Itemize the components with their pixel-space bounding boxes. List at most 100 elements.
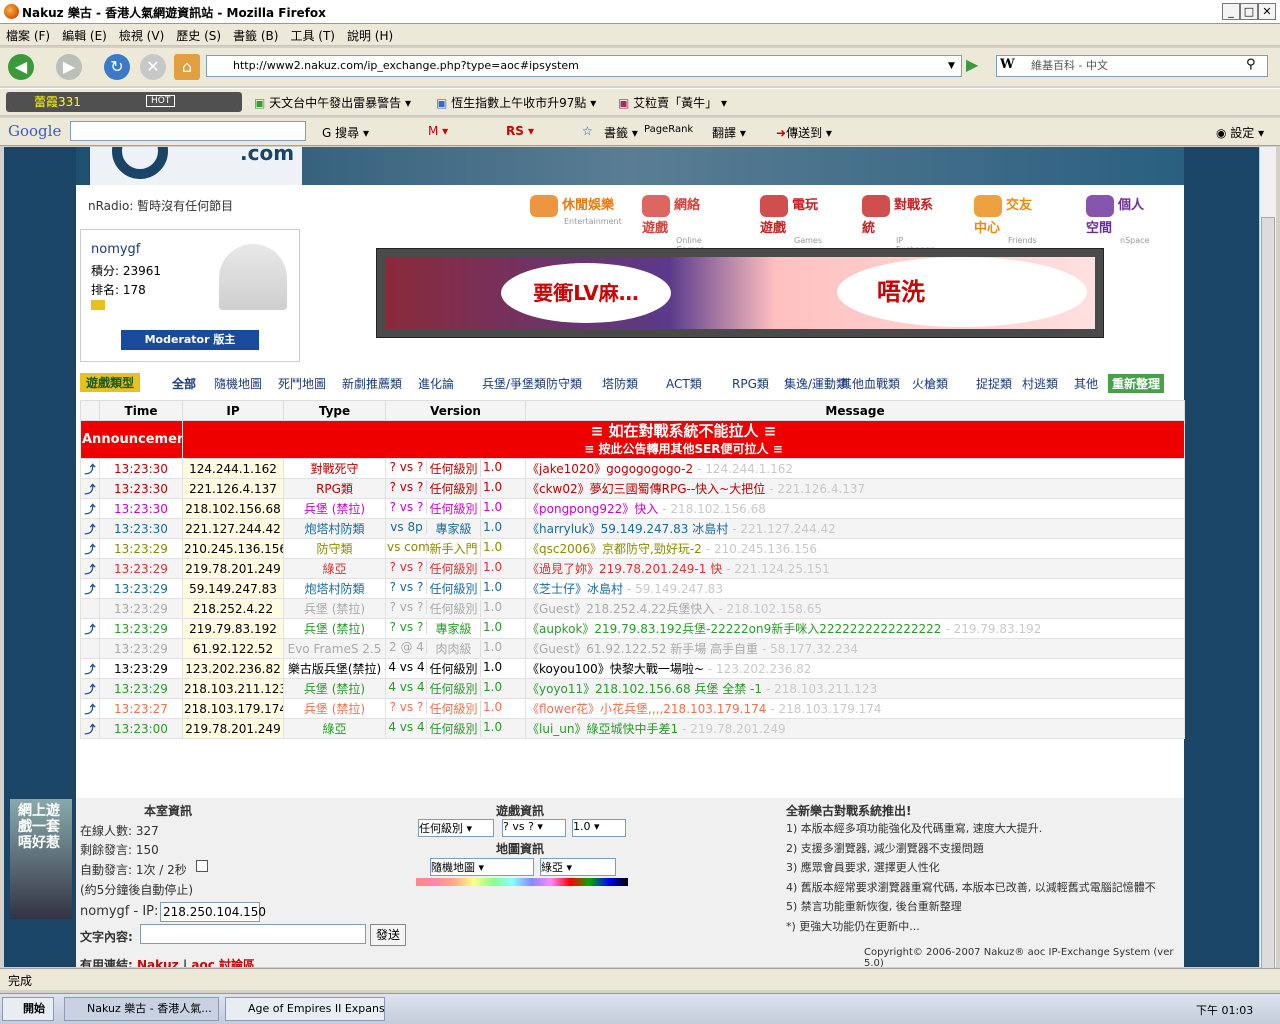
site-nav-item-0[interactable]: 休閒娛樂 Entertainment bbox=[530, 194, 622, 226]
refresh-button[interactable]: 重新整理 bbox=[1108, 374, 1165, 393]
category-12[interactable]: 火槍類 bbox=[912, 375, 948, 392]
bookmark-2[interactable]: ▣ 恆生指數上午收市升97點 ▾ bbox=[436, 94, 596, 111]
stop-icon[interactable]: ✕ bbox=[140, 54, 166, 80]
vs-select[interactable]: ? vs ? ▾ bbox=[502, 819, 566, 837]
color-palette[interactable] bbox=[416, 878, 628, 886]
menu-item-2[interactable]: 檢視 (V) bbox=[113, 24, 170, 44]
site-nav-item-3[interactable]: 對戰系統IP Exchange bbox=[862, 194, 935, 254]
google-search-button[interactable]: G 搜尋 ▾ bbox=[322, 124, 369, 141]
sendto-button[interactable]: ➜傳送到 ▾ bbox=[776, 124, 832, 141]
url-dropdown-icon[interactable]: ▼ bbox=[948, 55, 962, 77]
search-bar[interactable]: 維基百科 - 中文 bbox=[996, 55, 1268, 77]
announcement-row[interactable]: Announcement ≡ 如在對戰系統不能拉人 ≡ ≡ 按此公告轉用其他SE… bbox=[80, 420, 1185, 459]
join-icon[interactable]: ⤴ bbox=[85, 543, 96, 556]
reload-icon[interactable]: ↻ bbox=[104, 54, 130, 80]
minimize-button[interactable]: _ bbox=[1222, 3, 1240, 20]
join-icon[interactable]: ⤴ bbox=[85, 623, 96, 636]
join-icon[interactable]: ⤴ bbox=[85, 583, 96, 596]
join-icon[interactable]: ⤴ bbox=[85, 483, 96, 496]
map2-select[interactable]: 綠亞 ▾ bbox=[540, 858, 616, 876]
send-button[interactable]: 發送 bbox=[370, 924, 406, 946]
table-row[interactable]: ⤴ 13:23:29 123.202.236.82 樂古版兵堡(禁拉) 4 vs 4 任何… bbox=[80, 658, 1185, 679]
join-icon[interactable]: ⤴ bbox=[85, 523, 96, 536]
category-7[interactable]: 塔防類 bbox=[602, 375, 638, 392]
category-8[interactable]: ACT類 bbox=[666, 375, 702, 392]
rss-icon[interactable]: RS ▾ bbox=[506, 124, 534, 138]
maximize-button[interactable]: □ bbox=[1240, 3, 1258, 20]
menu-item-5[interactable]: 工具 (T) bbox=[284, 24, 341, 44]
site-nav-item-2[interactable]: 電玩遊戲 Games bbox=[760, 194, 822, 245]
join-icon[interactable]: ⤴ bbox=[85, 463, 96, 476]
category-11[interactable]: 其他血戰類 bbox=[840, 375, 900, 392]
menu-item-6[interactable]: 說明 (H) bbox=[341, 24, 399, 44]
table-row[interactable]: 13:23:29 218.252.4.22 兵堡 (禁拉)? vs ? 任何級別 1.0… bbox=[80, 598, 1185, 619]
menu-item-3[interactable]: 歷史 (S) bbox=[170, 24, 227, 44]
table-row[interactable]: ⤴ 13:23:30 218.102.156.68 兵堡 (禁拉)? vs ? 任何級別… bbox=[80, 498, 1185, 519]
site-nav-item-4[interactable]: 交友中心 Friends bbox=[974, 194, 1037, 245]
link-nakuz[interactable]: Nakuz bbox=[137, 958, 179, 967]
site-nav-item-1[interactable]: 網絡遊戲Online Games bbox=[642, 194, 704, 254]
category-6[interactable]: 防守類 bbox=[546, 375, 582, 392]
table-row[interactable]: ⤴ 13:23:29 219.79.83.192 兵堡 (禁拉)? vs ? 專家級 1.… bbox=[80, 618, 1185, 639]
category-13[interactable]: 捉捉類 bbox=[976, 375, 1012, 392]
join-icon[interactable]: ⤴ bbox=[85, 563, 96, 576]
taskbar-firefox[interactable]: Nakuz 樂古 - 香港人氣... bbox=[64, 997, 219, 1021]
message-icon[interactable] bbox=[91, 300, 105, 310]
category-1[interactable]: 隨機地圖 bbox=[214, 375, 262, 392]
join-icon[interactable]: ⤴ bbox=[85, 723, 96, 736]
menu-item-0[interactable]: 檔案 (F) bbox=[0, 24, 56, 44]
start-button[interactable]: 開始 bbox=[2, 997, 54, 1021]
category-2[interactable]: 死鬥地圖 bbox=[278, 375, 326, 392]
taskbar-aoe[interactable]: Age of Empires II Expans... bbox=[225, 997, 385, 1021]
menu-item-4[interactable]: 書籤 (B) bbox=[227, 24, 284, 44]
category-9[interactable]: RPG類 bbox=[732, 375, 769, 392]
category-4[interactable]: 進化論 bbox=[418, 375, 454, 392]
go-icon[interactable]: ▶ bbox=[966, 55, 988, 77]
back-icon[interactable]: ◀ bbox=[8, 54, 34, 80]
close-button[interactable]: ✕ bbox=[1258, 3, 1276, 20]
radio-widget[interactable]: 蕾霞331 HOT bbox=[6, 92, 242, 112]
level-select[interactable]: 任何級別 ▾ bbox=[418, 819, 494, 837]
table-row[interactable]: ⤴ 13:23:29 59.149.247.83 炮塔村防類? vs ? 任何級別 1.0… bbox=[80, 578, 1185, 599]
table-row[interactable]: ⤴ 13:23:27 218.103.179.174 兵堡 (禁拉)? vs ? 任何級… bbox=[80, 698, 1185, 719]
table-row[interactable]: ⤴ 13:23:30 221.127.244.42 炮塔村防類 vs 8p 專家級 1.0 《… bbox=[80, 518, 1185, 539]
google-settings-button[interactable]: ◉ 設定 ▾ bbox=[1216, 124, 1264, 141]
auto-post-checkbox[interactable] bbox=[196, 860, 208, 872]
category-14[interactable]: 村逃類 bbox=[1022, 375, 1058, 392]
map-select[interactable]: 隨機地圖 ▾ bbox=[430, 858, 534, 876]
join-icon[interactable]: ⤴ bbox=[85, 703, 96, 716]
translate-button[interactable]: 翻譯 ▾ bbox=[712, 124, 746, 141]
join-icon[interactable]: ⤴ bbox=[85, 663, 96, 676]
home-icon[interactable]: ⌂ bbox=[174, 54, 200, 80]
ad-banner[interactable]: 要衝LV麻… 唔洗 bbox=[376, 248, 1104, 338]
category-10[interactable]: 集逸/運動類 bbox=[784, 375, 848, 392]
table-row[interactable]: ⤴ 13:23:29 219.78.201.249 綠亞? vs ? 任何級別 1.0 《過… bbox=[80, 558, 1185, 579]
announcement-line2[interactable]: ≡ 按此公告轉用其他SER便可拉人 ≡ bbox=[184, 440, 1183, 458]
link-aoc-forum[interactable]: aoc 討論區 bbox=[191, 958, 255, 967]
forward-icon[interactable]: ▶ bbox=[56, 54, 82, 80]
search-icon[interactable]: ⚲ bbox=[1246, 57, 1256, 72]
join-icon[interactable]: ⤴ bbox=[85, 503, 96, 516]
ip-input[interactable]: 218.250.104.150 bbox=[160, 902, 266, 922]
left-ad[interactable]: 網上遊戲一套唔好惹 bbox=[10, 799, 72, 919]
bookmark-1[interactable]: ▣ 天文台中午發出雷暴警告 ▾ bbox=[254, 94, 411, 111]
site-nav-item-5[interactable]: 個人空間 nSpace bbox=[1086, 194, 1149, 245]
table-row[interactable]: ⤴ 13:23:30 124.244.1.162 對戰死守? vs ? 任何級別 1.0 《… bbox=[80, 458, 1185, 479]
message-input[interactable] bbox=[140, 924, 366, 944]
table-row[interactable]: ⤴ 13:23:29 210.245.136.156 防守類 vs com新手入門 1.0… bbox=[80, 538, 1185, 559]
version-select[interactable]: 1.0 ▾ bbox=[572, 819, 626, 837]
wikipedia-icon[interactable]: W bbox=[1000, 57, 1015, 72]
menu-item-1[interactable]: 編輯 (E) bbox=[56, 24, 113, 44]
url-bar[interactable]: http://www2.nakuz.com/ip_exchange.php?ty… bbox=[206, 55, 962, 77]
scrollbar-thumb[interactable] bbox=[1261, 217, 1275, 977]
google-bookmarks-button[interactable]: 書籤 ▾ bbox=[604, 124, 638, 141]
google-search-input[interactable] bbox=[70, 121, 306, 141]
join-icon[interactable]: ⤴ bbox=[85, 683, 96, 696]
category-0[interactable]: 全部 bbox=[172, 375, 196, 392]
profile-name[interactable]: nomygf bbox=[91, 242, 140, 257]
table-row[interactable]: ⤴ 13:23:00 219.78.201.249 綠亞 4 vs 4 任何級別 1.0 《l… bbox=[80, 718, 1185, 739]
category-5[interactable]: 兵堡/爭堡類 bbox=[482, 375, 546, 392]
pagerank-widget[interactable]: PageRank bbox=[644, 124, 693, 135]
category-3[interactable]: 新劇推薦類 bbox=[342, 375, 402, 392]
gmail-icon[interactable]: M ▾ bbox=[428, 124, 448, 138]
